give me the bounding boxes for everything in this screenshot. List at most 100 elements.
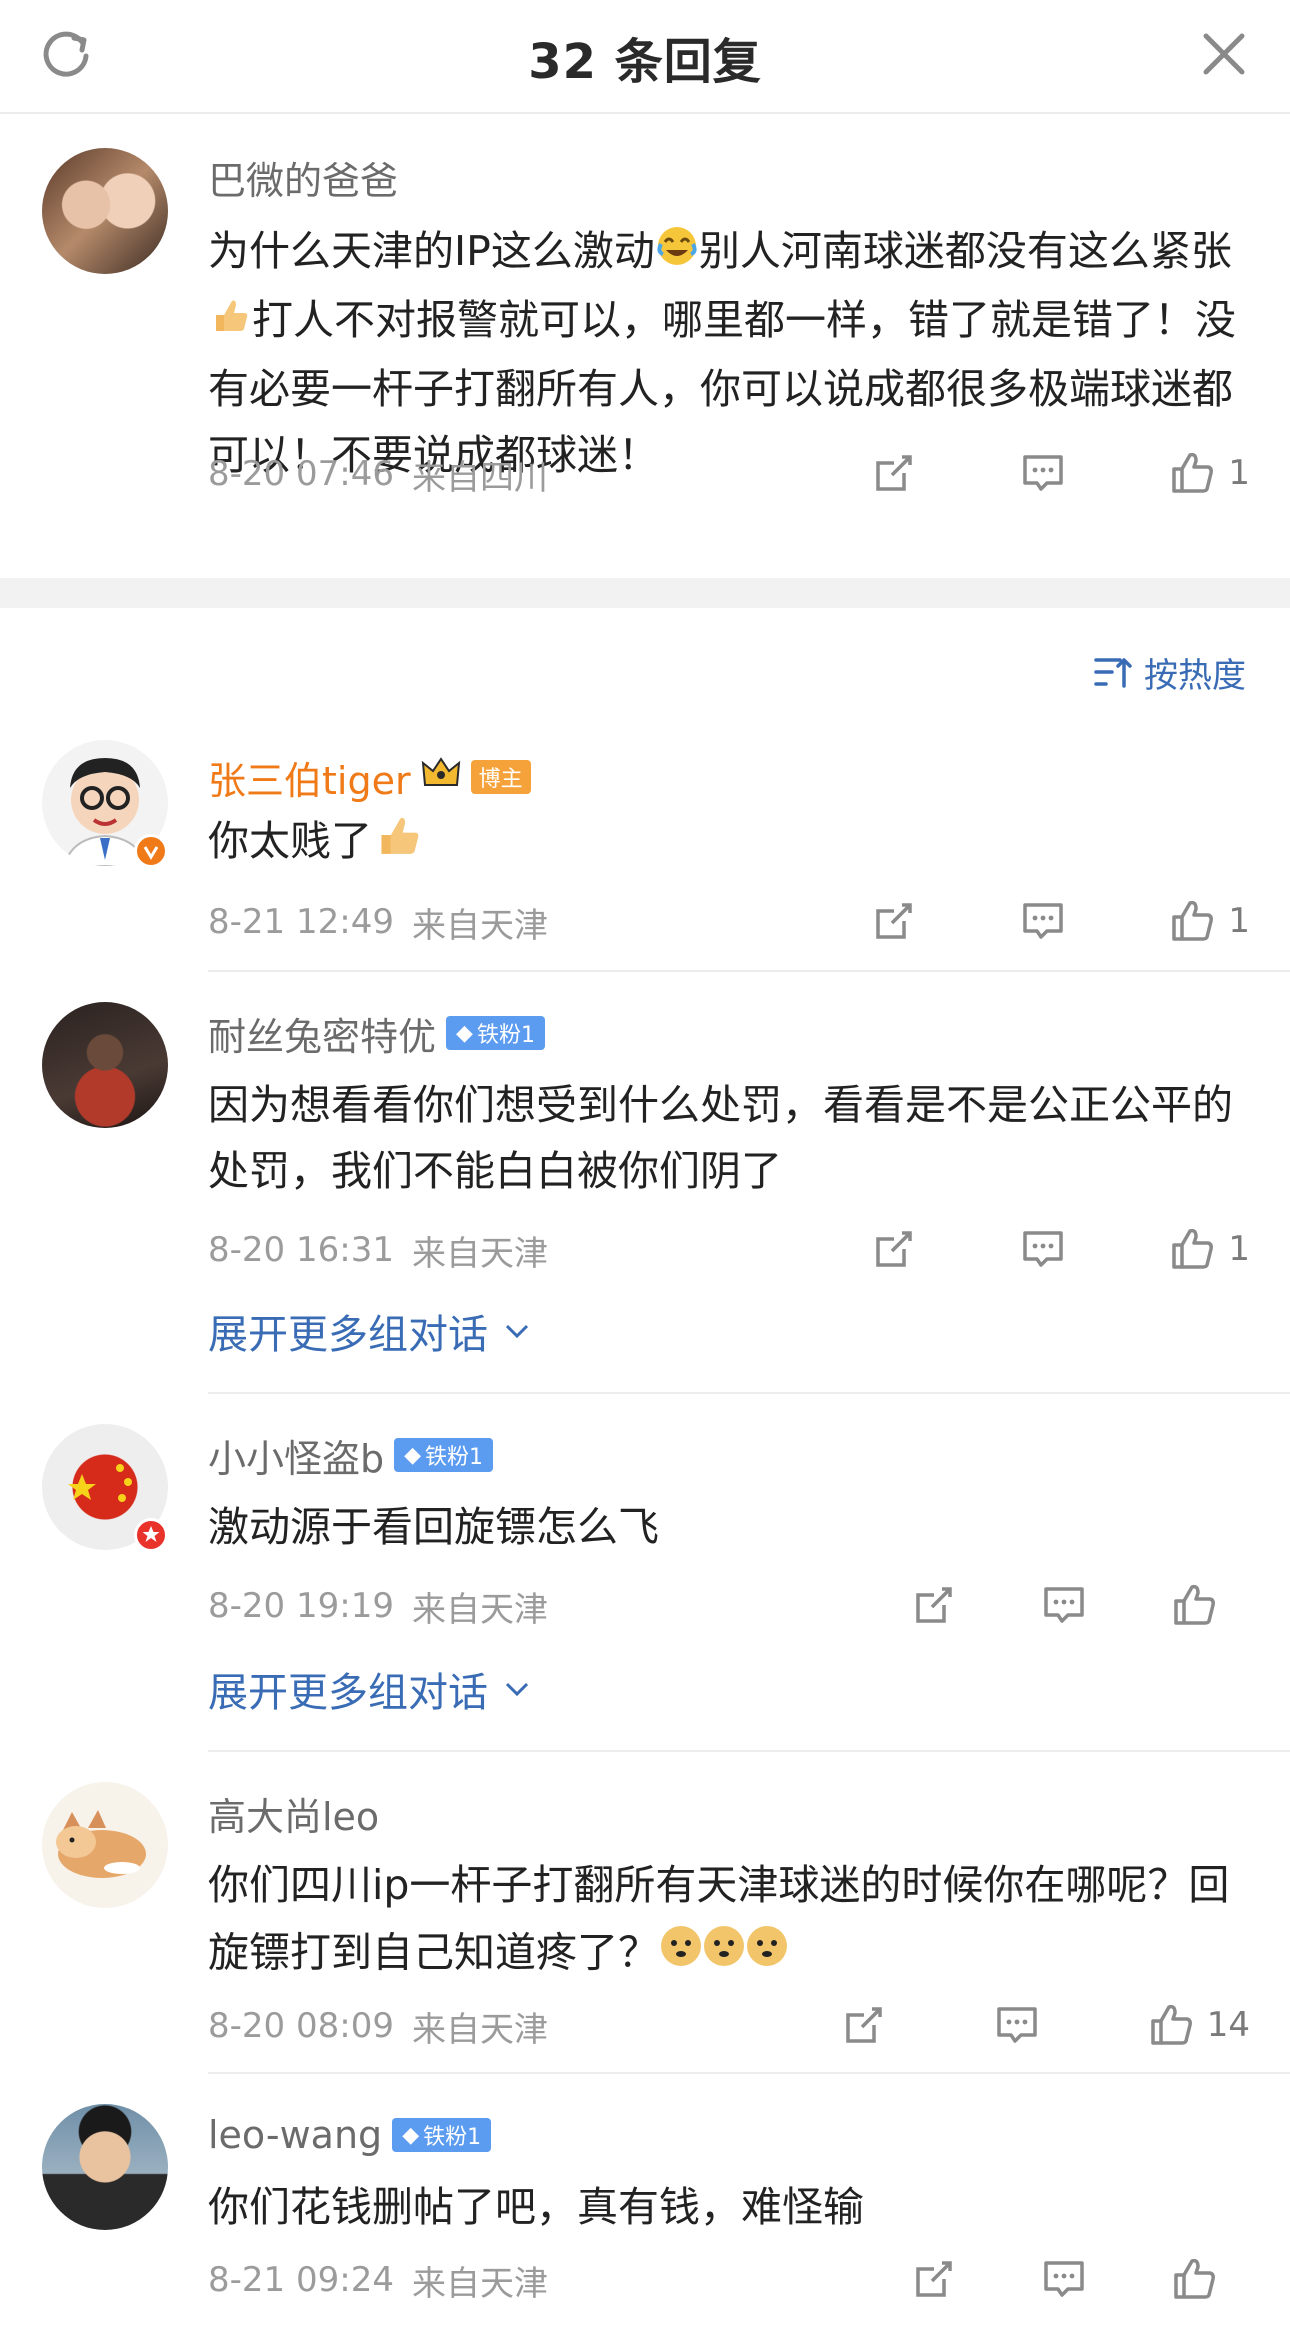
section-divider: [0, 578, 1290, 608]
share-icon: [876, 455, 912, 491]
comment-meta: 8-20 07:46 来自四川: [208, 452, 548, 498]
comment-author[interactable]: leo-wang ◆ 铁粉1: [208, 2110, 492, 2160]
diamond-icon: ◆: [404, 1442, 422, 1468]
author-tag-label: 铁粉1: [425, 1445, 484, 1470]
author-name[interactable]: 张三伯tiger: [208, 750, 411, 805]
doge-emoji-icon: [659, 1918, 789, 1993]
author-name[interactable]: 巴微的爸爸: [208, 150, 398, 205]
author-name[interactable]: 小小怪盗b: [208, 1428, 384, 1483]
comment-location: 来自天津: [411, 905, 548, 946]
reply-item: leo-wang ◆ 铁粉1 你们花钱删帖了吧，真有钱，难怪输 8-21 09:2…: [0, 2104, 1290, 2352]
comment-meta: 8-20 16:31 来自天津: [208, 1228, 548, 1274]
comment-icon: [1044, 1587, 1084, 1623]
comment-location: 来自天津: [411, 2263, 548, 2304]
comment-author[interactable]: 高大尚leo: [208, 1786, 379, 1841]
share-icon: [876, 1231, 912, 1267]
like-button[interactable]: 14: [1147, 2001, 1250, 2049]
share-icon: [876, 903, 912, 939]
comment-date: 8-20 07:46: [208, 454, 394, 494]
reply-button[interactable]: [1019, 449, 1067, 497]
share-button[interactable]: [910, 1581, 958, 1629]
comment-location: 来自四川: [411, 457, 548, 498]
like-count: 14: [1206, 2005, 1250, 2045]
main-comment: 巴微的爸爸 为什么天津的IP这么激动 别人河南球迷都没有这么紧张打人不对报警就可以…: [0, 116, 1290, 578]
verified-badge-icon: [134, 834, 168, 868]
comment-location: 来自天津: [411, 1589, 548, 1630]
comment-meta: 8-21 09:24 来自天津: [208, 2258, 548, 2304]
comment-icon: [1023, 903, 1063, 939]
reply-button[interactable]: [993, 2001, 1041, 2049]
sort-toggle[interactable]: 按热度: [1092, 646, 1246, 698]
reply-item: 小小怪盗b ◆ 铁粉1 激动源于看回旋镖怎么飞 8-20 19:19 来自天津 展…: [0, 1424, 1290, 1752]
comment-date: 8-20 16:31: [208, 1230, 394, 1270]
comment-text-body: 你太贱了: [208, 817, 372, 865]
like-count: 1: [1228, 1229, 1250, 1269]
comment-text: 你太贱了: [208, 808, 1248, 880]
expand-conversation-link[interactable]: 展开更多组对话: [208, 1660, 532, 1718]
comment-text-part-1: 为什么天津的IP这么激动: [208, 227, 655, 275]
avatar[interactable]: [42, 1002, 168, 1128]
share-button[interactable]: [870, 449, 918, 497]
like-button[interactable]: 1: [1168, 449, 1250, 497]
comment-author[interactable]: 巴微的爸爸: [208, 150, 398, 205]
divider: [208, 1392, 1290, 1394]
thumbs-up-icon: [1172, 452, 1214, 493]
comment-location: 来自天津: [411, 2009, 548, 2050]
author-name[interactable]: 高大尚leo: [208, 1786, 379, 1841]
author-tag: 博主: [470, 760, 531, 794]
author-tag: ◆ 铁粉1: [446, 1016, 545, 1050]
thumbs-up-icon: [1172, 1228, 1214, 1269]
sort-icon: [1094, 658, 1132, 688]
comment-author[interactable]: 张三伯tiger 博主: [208, 750, 531, 805]
reply-button[interactable]: [1040, 2255, 1088, 2303]
thumbs-up-icon: [1174, 2258, 1215, 2299]
author-name[interactable]: leo-wang: [208, 2113, 382, 2157]
share-icon: [916, 1587, 952, 1623]
comment-meta: 8-20 08:09 来自天津: [208, 2004, 548, 2050]
avatar[interactable]: [42, 1782, 168, 1908]
reply-item: 张三伯tiger 博主 你太贱了 8-21 12:49 来自天津 1: [0, 740, 1290, 972]
verified-badge-icon: [134, 1518, 168, 1552]
avatar[interactable]: [42, 148, 168, 274]
share-button[interactable]: [870, 897, 918, 945]
comment-meta: 8-20 19:19 来自天津: [208, 1584, 548, 1630]
comment-actions: 14: [840, 1998, 1250, 2052]
comment-author[interactable]: 耐丝兔密特优 ◆ 铁粉1: [208, 1006, 545, 1061]
reply-button[interactable]: [1019, 1225, 1067, 1273]
like-button[interactable]: 1: [1168, 1225, 1250, 1273]
comment-location: 来自天津: [411, 1233, 548, 1274]
sort-label[interactable]: 按热度: [1144, 648, 1246, 697]
comment-actions: 1: [870, 1222, 1250, 1276]
share-button[interactable]: [910, 2255, 958, 2303]
expand-label[interactable]: 展开更多组对话: [208, 1302, 488, 1360]
comment-actions: 1: [870, 446, 1250, 500]
expand-conversation-link[interactable]: 展开更多组对话: [208, 1302, 532, 1360]
author-tag-label: 铁粉1: [476, 1023, 535, 1048]
divider: [208, 2072, 1290, 2074]
avatar[interactable]: [42, 2104, 168, 2230]
comment-icon: [1044, 2261, 1084, 2297]
comment-text: 因为想看看你们想受到什么处罚，看看是不是公正公平的处罚，我们不能白白被你们阴了: [208, 1081, 1233, 1195]
comment-icon: [997, 2007, 1038, 2043]
comment-text: 激动源于看回旋镖怎么飞: [208, 1503, 659, 1551]
reply-item: 耐丝兔密特优 ◆ 铁粉1 因为想看看你们想受到什么处罚，看看是不是公正公平的处罚，…: [0, 1002, 1290, 1394]
like-button[interactable]: [1170, 2255, 1250, 2303]
close-icon[interactable]: [1194, 24, 1254, 84]
comment-author[interactable]: 小小怪盗b ◆ 铁粉1: [208, 1428, 494, 1483]
like-button[interactable]: 1: [1168, 897, 1250, 945]
reply-button[interactable]: [1019, 897, 1067, 945]
share-icon: [916, 2261, 952, 2297]
reply-button[interactable]: [1040, 1581, 1088, 1629]
author-name[interactable]: 耐丝兔密特优: [208, 1006, 436, 1061]
comment-actions: 1: [870, 894, 1250, 948]
comment-date: 8-21 09:24: [208, 2260, 394, 2300]
expand-label[interactable]: 展开更多组对话: [208, 1660, 488, 1718]
thumbs-up-icon: [1172, 900, 1214, 941]
share-button[interactable]: [870, 1225, 918, 1273]
like-count: 1: [1228, 901, 1250, 941]
chevron-down-icon: [505, 1682, 529, 1697]
divider: [208, 1750, 1290, 1752]
like-button[interactable]: [1170, 1581, 1250, 1629]
chevron-down-icon: [505, 1324, 529, 1339]
share-button[interactable]: [840, 2001, 888, 2049]
